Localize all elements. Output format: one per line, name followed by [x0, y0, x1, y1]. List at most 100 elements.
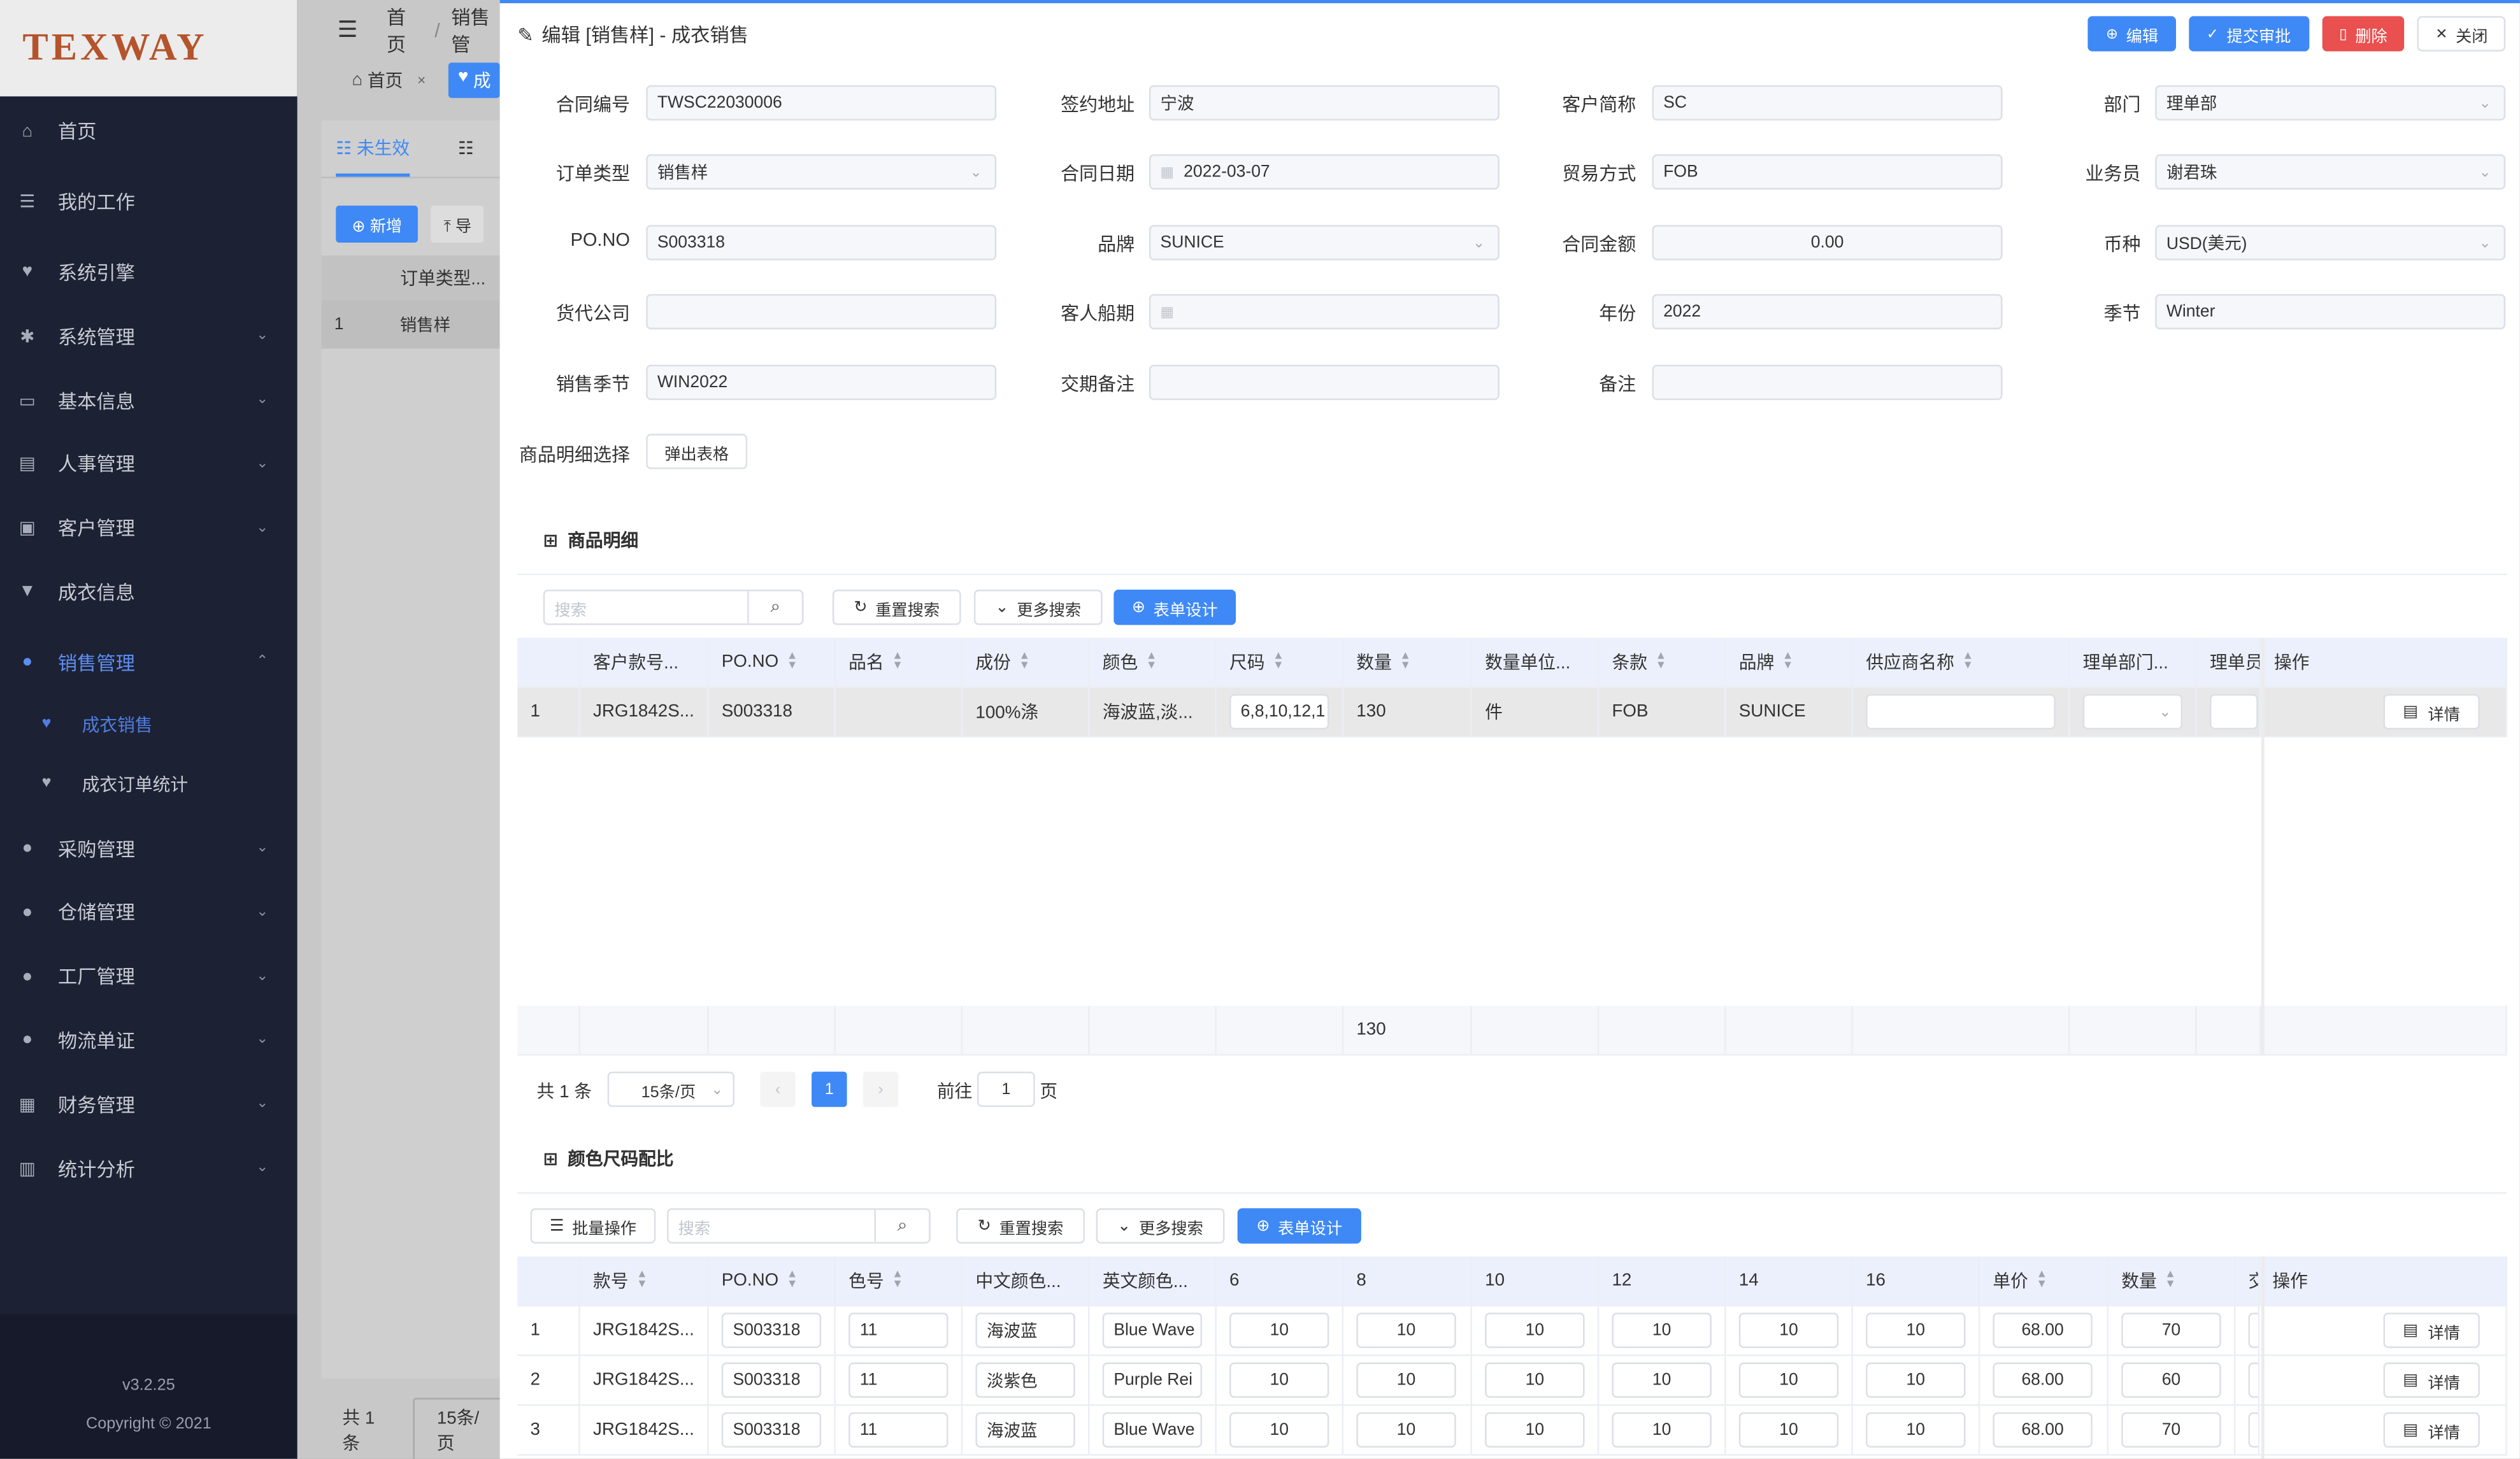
- sidebar-item-system-admin[interactable]: ✱ 系统管理 ⌄: [0, 304, 297, 368]
- cell-input-delivery[interactable]: [2248, 1362, 2258, 1398]
- col-supplier[interactable]: 供应商名称 ▲ ▼: [1853, 637, 2070, 687]
- sort-icon[interactable]: ▲ ▼: [787, 1269, 798, 1290]
- detail-button[interactable]: ▤ 详情: [2383, 1362, 2480, 1398]
- page-size-select[interactable]: 15条/页: [412, 1397, 506, 1459]
- cell-input-s8[interactable]: 10: [1356, 1313, 1456, 1348]
- col-po[interactable]: PO.NO ▲ ▼: [709, 637, 836, 687]
- col-color[interactable]: 颜色 ▲ ▼: [1090, 637, 1217, 687]
- sidebar-item-purchase[interactable]: ● 采购管理 ⌄: [0, 816, 297, 880]
- col-delivery[interactable]: 交: [2235, 1256, 2260, 1305]
- more-search-button[interactable]: ⌄ 更多搜索: [973, 589, 1103, 625]
- cell-input-po[interactable]: S003318: [721, 1313, 822, 1348]
- table-row[interactable]: 1 JRG1842S... S003318 100%涤 海波蓝,淡... 6,8…: [517, 687, 2507, 738]
- cell-input-code[interactable]: 11: [848, 1313, 949, 1348]
- submit-approval-button[interactable]: ✓ 提交审批: [2189, 16, 2309, 52]
- background-table-row[interactable]: 1 销售样: [321, 300, 506, 349]
- goods-search[interactable]: 搜索 ⌕: [543, 589, 804, 625]
- sidebar-item-logistics[interactable]: ● 物流单证 ⌄: [0, 1008, 297, 1072]
- col-merchandiser[interactable]: 理单员: [2197, 637, 2261, 687]
- cell-input-s10[interactable]: 10: [1485, 1313, 1585, 1348]
- sign-place-input[interactable]: 宁波: [1149, 85, 1500, 121]
- cell-input-s12[interactable]: 10: [1612, 1412, 1712, 1448]
- menu-toggle-icon[interactable]: ☰: [338, 16, 358, 43]
- table-row[interactable]: 2 JRG1842S... S003318 11 淡紫色 Purple Rei 10 10 10…: [517, 1356, 2507, 1406]
- col-qty[interactable]: 数量 ▲ ▼: [2108, 1256, 2236, 1305]
- cell-input-code[interactable]: 11: [848, 1412, 949, 1448]
- cell-input-qty[interactable]: 70: [2121, 1412, 2221, 1448]
- sidebar-item-garment-info[interactable]: ▼ 成衣信息: [0, 560, 297, 623]
- sidebar-item-sales[interactable]: ● 销售管理 ⌃: [0, 630, 297, 694]
- detail-button[interactable]: ▤ 详情: [2383, 1412, 2480, 1448]
- cell-input-s12[interactable]: 10: [1612, 1313, 1712, 1348]
- sidebar-item-finance[interactable]: ▦ 财务管理 ⌄: [0, 1072, 297, 1136]
- col-size-8[interactable]: 8: [1343, 1256, 1472, 1305]
- page-1-button[interactable]: 1: [812, 1071, 847, 1107]
- col-cn-color[interactable]: 中文颜色...: [963, 1256, 1090, 1305]
- import-button[interactable]: ⤒ 导: [431, 205, 485, 243]
- dept-select[interactable]: 理单部 ⌄: [2155, 85, 2506, 121]
- sidebar-item-my-work[interactable]: ☰ 我的工作: [0, 170, 297, 234]
- sort-icon[interactable]: ▲ ▼: [1400, 651, 1411, 672]
- cell-input-s16[interactable]: 10: [1866, 1313, 1966, 1348]
- supplier-input[interactable]: [1866, 694, 2056, 730]
- size-input[interactable]: 6,8,10,12,1: [1229, 694, 1329, 730]
- sidebar-item-home[interactable]: ⌂ 首页: [0, 99, 297, 163]
- cell-input-s8[interactable]: 10: [1356, 1412, 1456, 1448]
- cell-input-s16[interactable]: 10: [1866, 1412, 1966, 1448]
- cell-input-en[interactable]: Blue Wave: [1102, 1412, 1203, 1448]
- order-type-select[interactable]: 销售样 ⌄: [646, 154, 997, 190]
- contract-date-picker[interactable]: ▦ 2022-03-07: [1149, 154, 1500, 190]
- sort-icon[interactable]: ▲ ▼: [892, 651, 903, 672]
- detail-button[interactable]: ▤ 详情: [2383, 1313, 2480, 1348]
- col-size-12[interactable]: 12: [1599, 1256, 1726, 1305]
- color-size-search[interactable]: 搜索 ⌕: [667, 1208, 931, 1244]
- col-composition[interactable]: 成份 ▲ ▼: [963, 637, 1090, 687]
- currency-select[interactable]: USD(美元) ⌄: [2155, 225, 2506, 260]
- close-icon[interactable]: ×: [417, 73, 426, 89]
- cell-input-s16[interactable]: 10: [1866, 1362, 1966, 1398]
- form-design-button[interactable]: ⊕ 表单设计: [1113, 589, 1236, 625]
- sidebar-item-customer[interactable]: ▣ 客户管理 ⌄: [0, 496, 297, 560]
- form-design-button[interactable]: ⊕ 表单设计: [1237, 1208, 1361, 1244]
- sidebar-item-hr[interactable]: ▤ 人事管理 ⌄: [0, 432, 297, 496]
- search-input[interactable]: 搜索: [669, 1210, 875, 1242]
- cell-input-cn[interactable]: 淡紫色: [975, 1362, 1075, 1398]
- cell-input-qty[interactable]: 60: [2121, 1362, 2221, 1398]
- cell-input-en[interactable]: Blue Wave: [1102, 1313, 1203, 1348]
- sales-select[interactable]: 谢君珠 ⌄: [2155, 154, 2506, 190]
- edit-button[interactable]: ⊕ 编辑: [2088, 16, 2176, 52]
- cell-input-qty[interactable]: 70: [2121, 1313, 2221, 1348]
- popup-table-button[interactable]: 弹出表格: [646, 434, 748, 469]
- breadcrumb-home[interactable]: 首页: [387, 3, 424, 57]
- cell-input-s8[interactable]: 10: [1356, 1362, 1456, 1398]
- col-term[interactable]: 条款 ▲ ▼: [1599, 637, 1726, 687]
- sidebar-item-warehouse[interactable]: ● 仓储管理 ⌄: [0, 880, 297, 944]
- batch-operation-button[interactable]: ☰ 批量操作: [530, 1208, 656, 1244]
- more-search-button[interactable]: ⌄ 更多搜索: [1096, 1208, 1225, 1244]
- col-size-16[interactable]: 16: [1853, 1256, 1980, 1305]
- cell-input-po[interactable]: S003318: [721, 1362, 822, 1398]
- col-size-14[interactable]: 14: [1726, 1256, 1853, 1305]
- col-size[interactable]: 尺码 ▲ ▼: [1217, 637, 1344, 687]
- cell-input-po[interactable]: S003318: [721, 1412, 822, 1448]
- sidebar-item-analytics[interactable]: ▥ 统计分析 ⌄: [0, 1136, 297, 1200]
- sidebar-item-system-engine[interactable]: ♥ 系统引擎: [0, 240, 297, 304]
- col-size-10[interactable]: 10: [1472, 1256, 1600, 1305]
- delete-button[interactable]: ▯ 删除: [2321, 16, 2405, 52]
- sort-icon[interactable]: ▲ ▼: [2165, 1269, 2176, 1290]
- sort-icon[interactable]: ▲ ▼: [1782, 651, 1794, 672]
- reset-search-button[interactable]: ↻ 重置搜索: [956, 1208, 1085, 1244]
- customer-input[interactable]: SC: [1652, 85, 2003, 121]
- cell-input-s10[interactable]: 10: [1485, 1412, 1585, 1448]
- cell-input-cn[interactable]: 海波蓝: [975, 1313, 1075, 1348]
- amount-input[interactable]: 0.00: [1652, 225, 2003, 260]
- sort-icon[interactable]: ▲ ▼: [1146, 651, 1157, 672]
- table-row[interactable]: 1 JRG1842S... S003318 11 海波蓝 Blue Wave 10 10 10 1…: [517, 1306, 2507, 1356]
- col-color-code[interactable]: 色号 ▲ ▼: [836, 1256, 963, 1305]
- sidebar-subitem-order-stats[interactable]: ♥ 成衣订单统计: [0, 754, 297, 813]
- delivery-note-input[interactable]: [1149, 364, 1500, 401]
- tab-home[interactable]: ⌂ 首页 ×: [352, 68, 426, 93]
- col-size-6[interactable]: 6: [1217, 1256, 1344, 1305]
- detail-button[interactable]: ▤ 详情: [2383, 694, 2480, 730]
- sidebar-subitem-garment-sales[interactable]: ♥ 成衣销售: [0, 694, 297, 753]
